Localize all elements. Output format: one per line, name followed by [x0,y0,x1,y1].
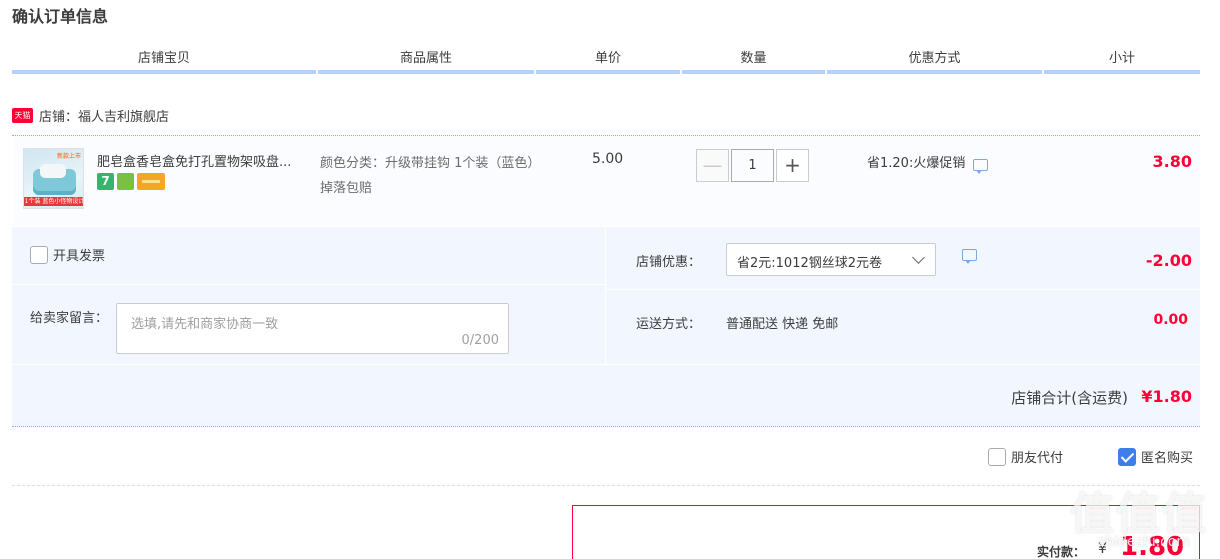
invoice-section: 开具发票 [12,227,605,283]
final-payment-currency: ¥ [1098,541,1107,557]
thumb-tag-top: 新款上市 [56,153,81,160]
col-quantity: 数量 [682,48,825,74]
shop-discount-label: 店铺优惠： [636,255,702,270]
shipping-label: 运送方式： [636,317,702,332]
discount-chat-icon[interactable] [962,249,977,264]
tmall-icon: 天猫 [12,107,33,123]
friend-pay-checkbox[interactable] [988,447,1006,466]
anonymous-buy-option[interactable]: 匿名购买 [1118,447,1193,466]
order-options: 开具发票 给卖家留言： 选填,请先和商家协商一致 0/200 店铺优惠： 省2元… [12,227,1200,364]
shop-line: 天猫 店铺：福人吉利旗舰店 [12,106,169,125]
message-label: 给卖家留言： [30,311,109,326]
col-item: 店铺宝贝 [12,48,316,74]
anonymous-buy-checkbox[interactable] [1118,447,1136,466]
final-payment-box: 实付款： ¥ 1.80 [572,505,1200,559]
final-payment-label: 实付款： [1037,545,1086,559]
divider [12,485,1200,486]
thumb-tag-bottom: 1个装 蓝色小怪物设计 [24,197,84,206]
quantity-stepper: — 1 + [696,149,809,182]
credit-card-icon[interactable] [137,173,165,190]
guarantee-icon[interactable] [117,173,134,190]
order-item-row: 新款上市 1个装 蓝色小怪物设计 肥皂盒香皂盒免打孔置物架吸盘... 7 颜色分… [12,135,1200,226]
shop-discount-select[interactable]: 省2元:1012钢丝球2元卷 [726,243,936,276]
invoice-checkbox[interactable] [30,245,48,264]
shop-total-label: 店铺合计(含运费) [1011,389,1128,407]
final-payment-amount: 1.80 [1120,532,1185,559]
promotion-chat-icon[interactable] [973,158,989,174]
col-attribute: 商品属性 [318,48,534,74]
col-price: 单价 [536,48,680,74]
column-header: 店铺宝贝 商品属性 单价 数量 优惠方式 小计 [12,48,1200,74]
item-subtotal: 3.80 [1152,152,1192,171]
shop-discount-section: 店铺优惠： 省2元:1012钢丝球2元卷 -2.00 [606,227,1200,289]
friend-pay-option[interactable]: 朋友代付 [988,447,1063,466]
shop-discount-value: 省2元:1012钢丝球2元卷 [737,256,883,271]
quantity-minus-button[interactable]: — [696,149,729,182]
promotion-info: 省1.20:火爆促销 [867,152,989,174]
friend-pay-label: 朋友代付 [1011,451,1064,466]
unit-price: 5.00 [592,151,624,167]
chevron-down-icon [912,251,925,264]
promotion-text: 省1.20:火爆促销 [867,156,966,171]
invoice-checkbox-group[interactable]: 开具发票 [30,245,105,264]
message-placeholder: 选填,请先和商家协商一致 [131,317,279,332]
shop-total-amount: ¥1.80 [1141,387,1192,406]
quantity-plus-button[interactable]: + [776,149,809,182]
shop-name[interactable]: 店铺：福人吉利旗舰店 [39,106,169,125]
invoice-label: 开具发票 [53,249,106,264]
shipping-amount: 0.00 [1153,312,1188,328]
quantity-input[interactable]: 1 [731,149,774,182]
message-char-count: 0/200 [461,333,499,348]
soap-image [40,164,66,178]
page-title: 确认订单信息 [12,7,109,26]
seven-day-return-icon[interactable]: 7 [97,173,114,190]
payment-options: 朋友代付 匿名购买 [988,447,1208,467]
shipping-section: 运送方式： 普通配送 快递 免邮 0.00 [606,289,1200,364]
product-thumbnail[interactable]: 新款上市 1个装 蓝色小怪物设计 [23,148,84,209]
product-attribute: 颜色分类：升级带挂钩 1个装（蓝色）掉落包赔 [320,156,541,196]
seller-message-textarea[interactable]: 选填,请先和商家协商一致 0/200 [116,303,509,354]
shop-total-row: 店铺合计(含运费) ¥1.80 [12,365,1200,427]
col-subtotal: 小计 [1044,48,1200,74]
service-icons: 7 [97,173,165,190]
col-promotion: 优惠方式 [827,48,1042,74]
shop-discount-amount: -2.00 [1145,251,1192,270]
message-section: 给卖家留言： 选填,请先和商家协商一致 0/200 [12,284,605,364]
anonymous-buy-label: 匿名购买 [1141,451,1194,466]
product-name-link[interactable]: 肥皂盒香皂盒免打孔置物架吸盘... [97,151,317,170]
shipping-value: 普通配送 快递 免邮 [726,317,839,332]
